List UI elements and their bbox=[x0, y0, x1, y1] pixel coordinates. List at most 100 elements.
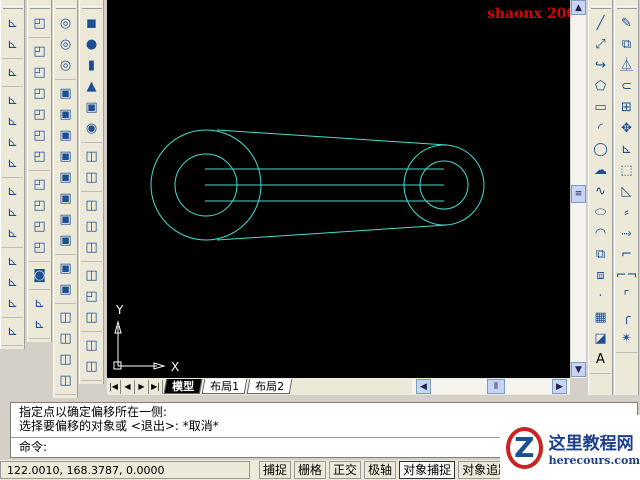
rectangle-icon[interactable]: ▭ bbox=[590, 97, 611, 118]
world-ucs-icon[interactable]: ⊾ bbox=[2, 181, 23, 202]
copy-icon[interactable]: ⧉ bbox=[616, 34, 637, 55]
sw-iso-icon[interactable]: ◰ bbox=[29, 174, 50, 195]
cylinder-icon[interactable]: ▮ bbox=[81, 55, 102, 76]
ucs-view-2-icon[interactable]: ⊾ bbox=[2, 153, 23, 174]
wedge-icon[interactable]: ▣ bbox=[81, 97, 102, 118]
scroll-right-button[interactable]: ▶ bbox=[552, 379, 567, 394]
flatten-icon[interactable]: ◫ bbox=[81, 335, 102, 356]
hscroll-thumb[interactable]: ⦀ bbox=[487, 379, 505, 394]
ucs-object-icon[interactable]: ⊾ bbox=[2, 111, 23, 132]
tangent-line-top[interactable] bbox=[216, 129, 448, 146]
top-view-icon[interactable]: ◰ bbox=[29, 41, 50, 62]
tab-model[interactable]: 模型 bbox=[163, 379, 203, 394]
point-icon[interactable]: · bbox=[590, 286, 611, 307]
prev-tab-button[interactable]: ◀ bbox=[121, 379, 135, 394]
color-faces-icon[interactable]: ▣ bbox=[55, 230, 76, 251]
array-icon[interactable]: ⊞ bbox=[616, 97, 637, 118]
toolbar-grip[interactable] bbox=[2, 6, 23, 9]
extrude-icon[interactable]: ◫ bbox=[81, 146, 102, 167]
ucs-previous-icon[interactable]: ⊾ bbox=[2, 62, 23, 83]
color-edges-icon[interactable]: ▣ bbox=[55, 279, 76, 300]
construction-line-icon[interactable]: ⤢ bbox=[590, 34, 611, 55]
chamfer-icon[interactable]: ⌜ bbox=[616, 286, 637, 307]
revision-cloud-icon[interactable]: ☁ bbox=[590, 160, 611, 181]
shell-icon[interactable]: ◫ bbox=[55, 370, 76, 391]
offset-icon[interactable]: ⊂ bbox=[616, 76, 637, 97]
front-view-icon[interactable]: ◰ bbox=[29, 125, 50, 146]
hatch-icon[interactable]: ▦ bbox=[590, 307, 611, 328]
ortho-button[interactable]: 正交 bbox=[329, 461, 362, 479]
tangent-line-bottom[interactable] bbox=[216, 224, 448, 241]
named-views-icon[interactable]: ◰ bbox=[29, 13, 50, 34]
toolbar-grip[interactable] bbox=[616, 6, 637, 9]
left-view-icon[interactable]: ◰ bbox=[29, 83, 50, 104]
camera-icon[interactable]: ◙ bbox=[29, 265, 50, 286]
extrude-faces-icon[interactable]: ▣ bbox=[55, 83, 76, 104]
explode-icon[interactable]: ✴ bbox=[616, 328, 637, 349]
make-block-icon[interactable]: ⧈ bbox=[590, 265, 611, 286]
spline-icon[interactable]: ∿ bbox=[590, 181, 611, 202]
setup-profile-icon[interactable]: ◫ bbox=[81, 307, 102, 328]
ucs-origin-3d-icon[interactable]: ⊾ bbox=[2, 132, 23, 153]
next-tab-button[interactable]: ▶ bbox=[135, 379, 149, 394]
polar-button[interactable]: 极轴 bbox=[364, 461, 397, 479]
insert-block-icon[interactable]: ⧉ bbox=[590, 244, 611, 265]
tab-layout2[interactable]: 布局2 bbox=[246, 379, 293, 394]
toolbar-grip[interactable] bbox=[29, 6, 50, 9]
named-ucs-icon[interactable]: ⊾ bbox=[29, 293, 50, 314]
trim-icon[interactable]: ⸗ bbox=[616, 202, 637, 223]
move-ucs-icon[interactable]: ⊾ bbox=[29, 314, 50, 335]
union-icon[interactable]: ◎ bbox=[55, 13, 76, 34]
multiline-text-icon[interactable]: A bbox=[590, 349, 611, 370]
delete-faces-icon[interactable]: ▣ bbox=[55, 146, 76, 167]
scroll-up-button[interactable]: ▲ bbox=[571, 0, 586, 15]
solid-draw-icon[interactable]: ◫ bbox=[81, 356, 102, 377]
subtract-icon[interactable]: ◎ bbox=[55, 34, 76, 55]
revolve-icon[interactable]: ◫ bbox=[81, 167, 102, 188]
break-icon[interactable]: ⌐¬ bbox=[616, 265, 638, 286]
copy-faces-icon[interactable]: ▣ bbox=[55, 209, 76, 230]
clean-icon[interactable]: ◫ bbox=[55, 328, 76, 349]
slice-icon[interactable]: ◫ bbox=[81, 195, 102, 216]
break-at-point-icon[interactable]: ⌐ bbox=[616, 244, 637, 265]
ucs-view-icon[interactable]: ⊾ bbox=[2, 34, 23, 55]
first-tab-button[interactable]: |◀ bbox=[107, 379, 121, 394]
mirror-icon[interactable]: ⏅ bbox=[616, 55, 637, 76]
setup-drawing-icon[interactable]: ◫ bbox=[81, 265, 102, 286]
polygon-icon[interactable]: ⬠ bbox=[590, 76, 611, 97]
circle-icon[interactable]: ◯ bbox=[590, 139, 611, 160]
erase-icon[interactable]: ✎ bbox=[616, 13, 637, 34]
z-axis-ucs-icon[interactable]: ⊾ bbox=[2, 202, 23, 223]
osnap-button[interactable]: 对象捕捉 bbox=[399, 461, 456, 479]
polyline-icon[interactable]: ↪ bbox=[590, 55, 611, 76]
stretch-icon[interactable]: ◺ bbox=[616, 181, 637, 202]
extend-icon[interactable]: ⤑ bbox=[616, 223, 637, 244]
section-icon[interactable]: ◫ bbox=[81, 216, 102, 237]
setup-view-icon[interactable]: ◰ bbox=[81, 286, 102, 307]
snap-button[interactable]: 捕捉 bbox=[259, 461, 292, 479]
ellipse-icon[interactable]: ⬭ bbox=[590, 202, 611, 223]
se-iso-icon[interactable]: ◰ bbox=[29, 195, 50, 216]
line-icon[interactable]: ╱ bbox=[590, 13, 611, 34]
move-icon[interactable]: ✥ bbox=[616, 118, 637, 139]
tab-layout1[interactable]: 布局1 bbox=[201, 379, 248, 394]
offset-faces-icon[interactable]: ▣ bbox=[55, 125, 76, 146]
scroll-down-button[interactable]: ▼ bbox=[571, 362, 586, 377]
move-faces-icon[interactable]: ▣ bbox=[55, 104, 76, 125]
scroll-left-button[interactable]: ◀ bbox=[416, 379, 431, 394]
scroll-thumb[interactable]: ≡ bbox=[571, 185, 586, 203]
rotate-icon[interactable]: ⊾ bbox=[616, 139, 637, 160]
interference-icon[interactable]: ◫ bbox=[81, 237, 102, 258]
toolbar-grip[interactable] bbox=[590, 6, 611, 9]
rotate-faces-icon[interactable]: ▣ bbox=[55, 167, 76, 188]
horizontal-scrollbar[interactable]: ◀ ⦀ ▶ bbox=[412, 379, 570, 394]
vertical-scrollbar[interactable]: ▲ ≡ ▼ bbox=[570, 0, 586, 378]
back-view-icon[interactable]: ◰ bbox=[29, 146, 50, 167]
fillet-icon[interactable]: ╭ bbox=[616, 307, 637, 328]
ellipse-arc-icon[interactable]: ◠ bbox=[590, 223, 611, 244]
region-icon[interactable]: ◪ bbox=[590, 328, 611, 349]
arc-icon[interactable]: ◜ bbox=[590, 118, 611, 139]
ucs-face-icon[interactable]: ⊾ bbox=[2, 90, 23, 111]
imprint-icon[interactable]: ◫ bbox=[55, 307, 76, 328]
taper-faces-icon[interactable]: ▣ bbox=[55, 188, 76, 209]
